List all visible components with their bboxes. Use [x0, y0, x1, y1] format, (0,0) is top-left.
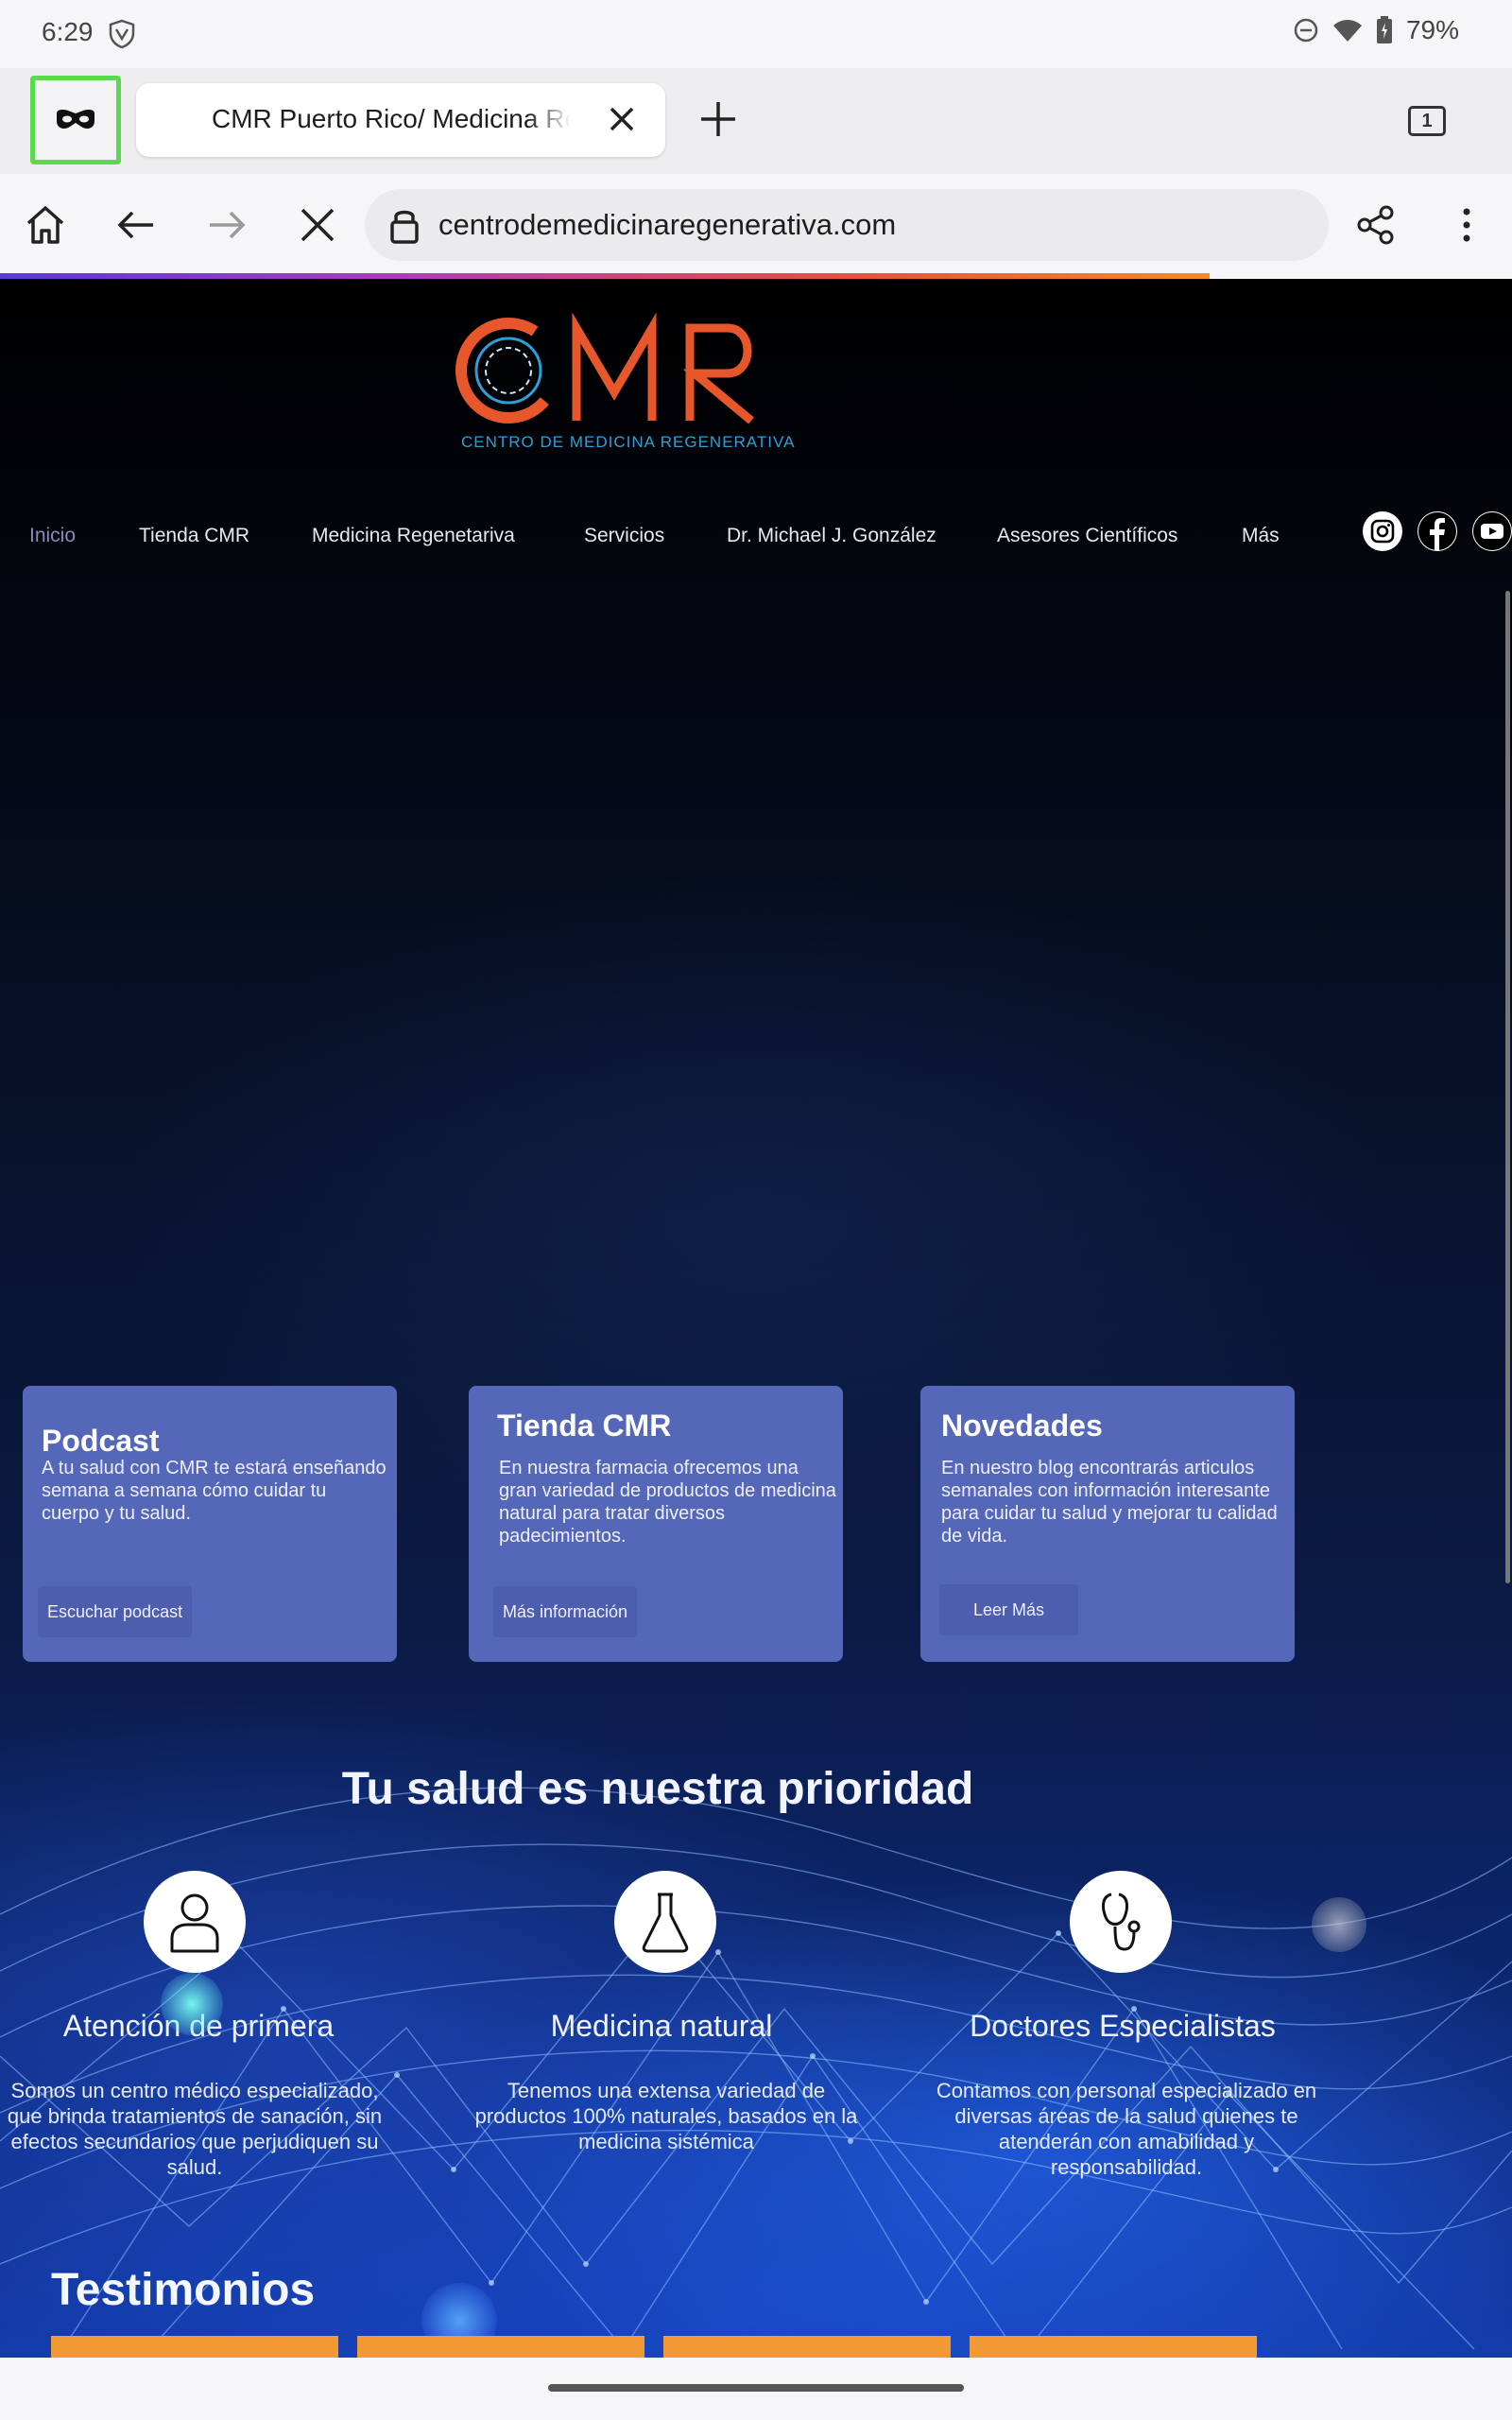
tab-strip: CMR Puerto Rico/ Medicina Regenerativa 1	[0, 68, 1512, 174]
feature-text-atencion: Somos un centro médico especializado, qu…	[7, 2079, 383, 2179]
share-icon[interactable]	[1353, 202, 1399, 248]
facebook-link[interactable]	[1418, 511, 1457, 551]
glow-dot	[1312, 1897, 1366, 1952]
nav-item-inicio[interactable]: Inicio	[29, 525, 76, 547]
nav-item-tienda[interactable]: Tienda CMR	[139, 525, 249, 547]
card-text: A tu salud con CMR te estará enseñando s…	[42, 1458, 387, 1524]
testimonial-card	[357, 2336, 644, 2359]
youtube-link[interactable]	[1472, 511, 1512, 551]
vpn-shield-icon	[109, 19, 135, 49]
feature-text-medicina: Tenemos una extensa variedad de producto…	[474, 2079, 858, 2153]
youtube-icon	[1473, 512, 1511, 550]
tab-switcher-button[interactable]: 1	[1408, 106, 1446, 136]
nav-item-mas[interactable]: Más	[1242, 525, 1280, 547]
card-title: Tienda CMR	[497, 1409, 672, 1443]
back-arrow-icon[interactable]	[113, 202, 159, 248]
new-tab-plus-icon[interactable]	[696, 96, 741, 142]
card-text: En nuestro blog encontrarás articulos se…	[941, 1458, 1278, 1547]
wifi-icon	[1332, 20, 1362, 42]
more-info-button[interactable]: Más información	[493, 1586, 638, 1637]
forward-arrow-icon[interactable]	[204, 202, 249, 248]
testimonials-heading: Testimonios	[51, 2265, 316, 2315]
feature-title-medicina: Medicina natural	[550, 2009, 773, 2043]
incognito-tabs-button[interactable]	[30, 76, 121, 164]
do-not-disturb-icon	[1294, 18, 1318, 43]
flask-icon-circle	[614, 1871, 716, 1973]
browser-toolbar: centrodemedicinaregenerativa.com	[0, 174, 1512, 276]
nav-item-doctor[interactable]: Dr. Michael J. González	[727, 525, 936, 547]
testimonial-card	[663, 2336, 951, 2359]
stethoscope-icon	[1102, 1893, 1141, 1951]
incognito-mask-icon	[57, 110, 94, 129]
gesture-nav-bar	[0, 2358, 1512, 2420]
testimonial-card	[970, 2336, 1257, 2359]
battery-percent: 79%	[1405, 15, 1459, 44]
instagram-icon	[1370, 519, 1395, 544]
stethoscope-icon-circle	[1070, 1871, 1172, 1973]
home-icon[interactable]	[23, 202, 68, 248]
nav-item-asesores[interactable]: Asesores Científicos	[997, 525, 1177, 547]
card-title: Novedades	[941, 1409, 1103, 1443]
person-icon	[170, 1893, 219, 1953]
battery-icon	[1376, 16, 1392, 43]
home-gesture-handle[interactable]	[548, 2384, 964, 2392]
read-more-button[interactable]: Leer Más	[939, 1584, 1079, 1635]
facebook-icon	[1418, 512, 1456, 550]
web-page: CENTRO DE MEDICINA REGENERATIVA Inicio T…	[0, 279, 1512, 2359]
nav-item-medicina[interactable]: Medicina Regenetariva	[312, 525, 515, 547]
card-title: Podcast	[42, 1424, 160, 1458]
status-bar: 6:29 79%	[0, 0, 1512, 68]
feature-text-doctores: Contamos con personal especializado en d…	[936, 2079, 1317, 2179]
card-text: En nuestra farmacia ofrecemos una gran v…	[499, 1458, 836, 1547]
flask-icon	[642, 1893, 689, 1953]
instagram-link[interactable]	[1363, 511, 1402, 551]
tab-title: CMR Puerto Rico/ Medicina Regenerativa	[212, 104, 571, 133]
more-menu-icon[interactable]	[1444, 202, 1489, 248]
card-novedades: Novedades En nuestro blog encontrarás ar…	[920, 1386, 1295, 1662]
site-nav: Inicio Tienda CMR Medicina Regenetariva …	[0, 525, 1304, 562]
address-bar[interactable]: centrodemedicinaregenerativa.com	[365, 189, 1329, 261]
close-tab-icon[interactable]	[603, 100, 641, 138]
logo-subtitle: CENTRO DE MEDICINA REGENERATIVA	[461, 433, 796, 451]
person-icon-circle	[144, 1871, 246, 1973]
nav-item-servicios[interactable]: Servicios	[584, 525, 664, 547]
priority-heading: Tu salud es nuestra prioridad	[341, 1764, 974, 1814]
status-time: 6:29	[42, 17, 94, 46]
testimonial-card	[51, 2336, 338, 2359]
page-scrollbar[interactable]	[1505, 591, 1510, 1583]
card-podcast: Podcast A tu salud con CMR te estará ens…	[23, 1386, 397, 1662]
stop-loading-icon[interactable]	[295, 202, 340, 248]
listen-podcast-button[interactable]: Escuchar podcast	[38, 1586, 193, 1637]
cmr-logo[interactable]	[454, 307, 832, 477]
feature-title-doctores: Doctores Especialistas	[970, 2009, 1276, 2043]
browser-tab[interactable]: CMR Puerto Rico/ Medicina Regenerativa	[136, 83, 665, 157]
card-tienda: Tienda CMR En nuestra farmacia ofrecemos…	[469, 1386, 843, 1662]
url-text: centrodemedicinaregenerativa.com	[438, 208, 897, 241]
glow-dot	[161, 1973, 223, 2035]
lock-icon	[390, 210, 419, 244]
